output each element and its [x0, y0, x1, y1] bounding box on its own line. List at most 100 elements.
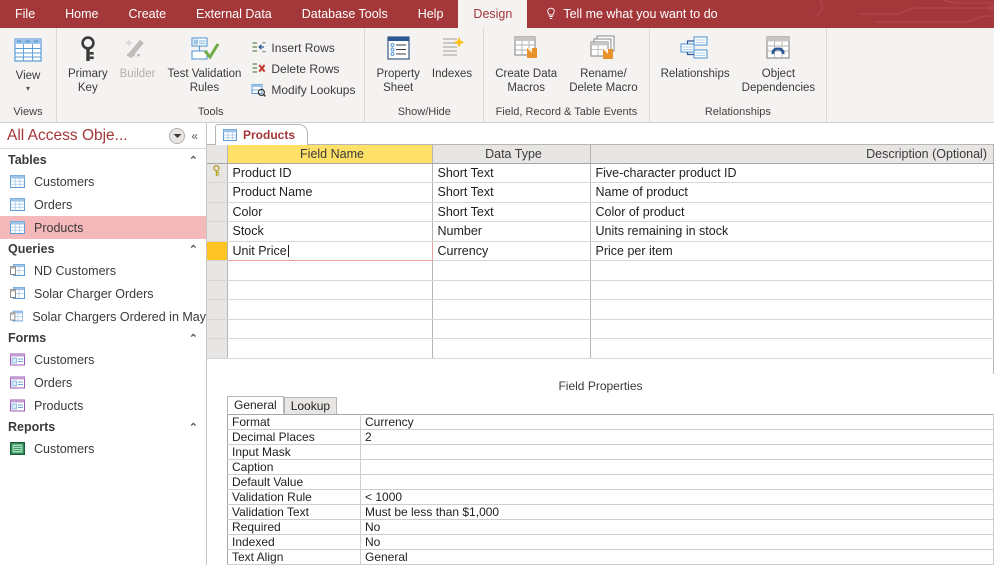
- nav-item-reports-customers[interactable]: Customers: [0, 437, 206, 460]
- column-header-data-type[interactable]: Data Type: [432, 145, 591, 164]
- design-grid-empty-row[interactable]: [207, 319, 994, 339]
- data-type-cell[interactable]: [432, 260, 591, 281]
- field-name-cell[interactable]: [227, 319, 433, 339]
- row-selector[interactable]: [207, 202, 228, 222]
- field-properties-tab-lookup[interactable]: Lookup: [283, 397, 338, 414]
- description-cell[interactable]: [590, 299, 994, 320]
- column-header-field-name[interactable]: Field Name: [227, 145, 433, 164]
- description-cell[interactable]: [590, 319, 994, 339]
- field-property-value[interactable]: Currency: [360, 414, 994, 430]
- column-header-description[interactable]: Description (Optional): [590, 145, 994, 164]
- field-property-value[interactable]: [360, 444, 994, 460]
- property-sheet-button[interactable]: Property Sheet: [370, 33, 425, 95]
- row-selector[interactable]: [207, 163, 228, 183]
- nav-item-forms-products[interactable]: Products: [0, 394, 206, 417]
- field-name-cell[interactable]: [227, 260, 433, 281]
- nav-item-tables-customers[interactable]: Customers: [0, 170, 206, 193]
- data-type-cell[interactable]: [432, 280, 591, 300]
- data-type-cell[interactable]: [432, 319, 591, 339]
- data-type-cell[interactable]: [432, 299, 591, 320]
- view-button[interactable]: View ▾: [5, 33, 51, 93]
- row-selector[interactable]: [207, 280, 228, 300]
- field-name-cell[interactable]: [227, 338, 433, 359]
- row-selector[interactable]: [207, 241, 228, 261]
- ribbon-tab-external-data[interactable]: External Data: [181, 0, 287, 28]
- field-name-cell[interactable]: Product ID: [227, 163, 433, 183]
- nav-item-queries-nd-customers[interactable]: ND Customers: [0, 259, 206, 282]
- field-property-value[interactable]: 2: [360, 429, 994, 445]
- data-type-cell[interactable]: Short Text: [432, 182, 591, 203]
- design-grid-empty-row[interactable]: [207, 280, 994, 300]
- description-cell[interactable]: Price per item: [590, 241, 994, 261]
- field-property-value[interactable]: Must be less than $1,000: [360, 504, 994, 520]
- nav-item-tables-orders[interactable]: Orders: [0, 193, 206, 216]
- description-cell[interactable]: Five-character product ID: [590, 163, 994, 183]
- field-property-value[interactable]: [360, 474, 994, 490]
- nav-item-forms-customers[interactable]: Customers: [0, 348, 206, 371]
- ribbon-tab-database-tools[interactable]: Database Tools: [287, 0, 403, 28]
- delete-rows-button[interactable]: Delete Rows: [247, 58, 359, 79]
- ribbon-tab-home[interactable]: Home: [50, 0, 113, 28]
- description-cell[interactable]: [590, 260, 994, 281]
- field-property-value[interactable]: < 1000: [360, 489, 994, 505]
- row-selector[interactable]: [207, 299, 228, 320]
- description-cell[interactable]: [590, 338, 994, 359]
- primary-key-button[interactable]: Primary Key: [62, 33, 114, 95]
- description-cell[interactable]: Units remaining in stock: [590, 221, 994, 242]
- test-validation-rules-button[interactable]: Test Validation Rules: [161, 33, 247, 95]
- row-selector[interactable]: [207, 221, 228, 242]
- chevron-down-circle-icon[interactable]: [169, 127, 186, 144]
- description-cell[interactable]: Name of product: [590, 182, 994, 203]
- field-name-cell[interactable]: Unit Price: [226, 240, 433, 261]
- design-grid-row[interactable]: Unit Price Currency Price per item: [207, 240, 994, 261]
- design-grid-row[interactable]: Color Short Text Color of product: [207, 202, 994, 222]
- field-property-value[interactable]: [360, 459, 994, 475]
- description-cell[interactable]: Color of product: [590, 202, 994, 222]
- ribbon-tab-help[interactable]: Help: [403, 0, 459, 28]
- nav-item-queries-solar-chargers-ordered-in-may[interactable]: Solar Chargers Ordered in May: [0, 305, 206, 328]
- field-name-cell[interactable]: Color: [227, 202, 433, 222]
- rename-delete-macro-button[interactable]: Rename/ Delete Macro: [563, 33, 643, 95]
- ribbon-tab-design[interactable]: Design: [458, 0, 528, 28]
- create-data-macros-button[interactable]: Create Data Macros: [489, 33, 563, 95]
- nav-group-queries[interactable]: Queries ⌃: [0, 239, 206, 259]
- chevron-up-icon[interactable]: ⌃: [189, 154, 198, 167]
- nav-item-forms-orders[interactable]: Orders: [0, 371, 206, 394]
- object-dependencies-button[interactable]: Object Dependencies: [736, 33, 822, 95]
- field-properties-tab-general[interactable]: General: [227, 396, 284, 414]
- design-grid-empty-row[interactable]: [207, 260, 994, 281]
- data-type-cell[interactable]: [432, 338, 591, 359]
- insert-rows-button[interactable]: Insert Rows: [247, 37, 359, 58]
- field-name-cell[interactable]: [227, 299, 433, 320]
- document-tab-products[interactable]: Products: [215, 124, 309, 145]
- design-grid-row[interactable]: Product Name Short Text Name of product: [207, 182, 994, 203]
- chevron-up-icon[interactable]: ⌃: [189, 243, 198, 256]
- field-property-value[interactable]: No: [360, 519, 994, 535]
- modify-lookups-button[interactable]: Modify Lookups: [247, 79, 359, 100]
- double-chevron-left-icon[interactable]: «: [191, 129, 200, 143]
- description-cell[interactable]: [590, 280, 994, 300]
- tell-me-box[interactable]: Tell me what you want to do: [527, 0, 729, 28]
- data-type-cell[interactable]: Short Text: [432, 163, 591, 183]
- nav-group-reports[interactable]: Reports ⌃: [0, 417, 206, 437]
- field-name-cell[interactable]: Product Name: [227, 182, 433, 203]
- field-name-cell[interactable]: Stock: [227, 221, 433, 242]
- nav-item-queries-solar-charger-orders[interactable]: Solar Charger Orders: [0, 282, 206, 305]
- field-name-cell[interactable]: [227, 280, 433, 300]
- data-type-cell[interactable]: Short Text: [432, 202, 591, 222]
- chevron-down-icon[interactable]: ▾: [26, 84, 30, 93]
- relationships-button[interactable]: Relationships: [655, 33, 736, 82]
- row-selector[interactable]: [207, 260, 228, 281]
- design-grid-row[interactable]: Product ID Short Text Five-character produ…: [207, 163, 994, 183]
- nav-item-tables-products[interactable]: Products: [0, 216, 206, 239]
- nav-group-forms[interactable]: Forms ⌃: [0, 328, 206, 348]
- data-type-cell[interactable]: Number: [432, 221, 591, 242]
- field-property-value[interactable]: General: [360, 549, 994, 565]
- chevron-up-icon[interactable]: ⌃: [189, 421, 198, 434]
- indexes-button[interactable]: Indexes: [426, 33, 478, 82]
- row-selector[interactable]: [207, 319, 228, 339]
- design-grid-empty-row[interactable]: [207, 338, 994, 359]
- row-selector[interactable]: [207, 182, 228, 203]
- field-property-value[interactable]: No: [360, 534, 994, 550]
- ribbon-tab-file[interactable]: File: [0, 0, 50, 28]
